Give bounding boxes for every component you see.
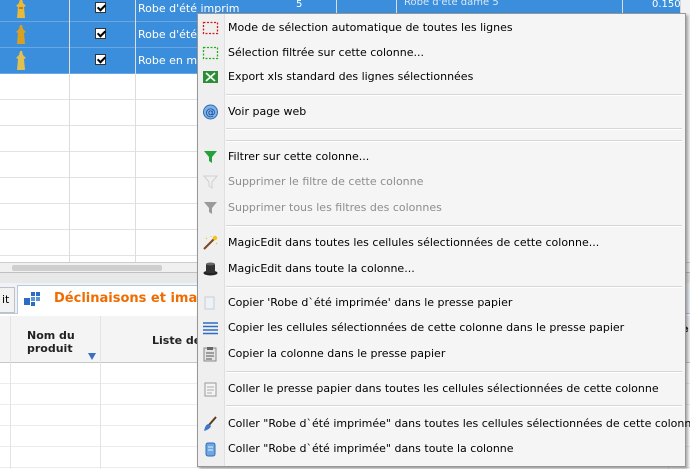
column-filter-icon[interactable] — [88, 353, 96, 360]
menu-item-copy-value[interactable]: Copier 'Robe d`été imprimée' dans le pre… — [198, 292, 685, 314]
menu-item-paste-value-selected[interactable]: Coller "Robe d`été imprimée" dans toutes… — [198, 413, 690, 435]
column-divider — [10, 316, 11, 469]
scrollbar-thumb[interactable] — [12, 265, 162, 271]
menu-item-label: Voir page web — [228, 105, 307, 118]
tab-declinaisons-label: Déclinaisons et imag — [54, 291, 207, 306]
dress-thumbnail — [16, 0, 26, 18]
menu-item-label: MagicEdit dans toutes les cellules sélec… — [228, 236, 600, 249]
column-divider — [69, 0, 70, 262]
dress-thumbnail — [16, 25, 26, 44]
context-menu: Mode de sélection automatique de toutes … — [197, 13, 690, 467]
menu-item-label: Copier 'Robe d`été imprimée' dans le pre… — [228, 296, 513, 309]
web-icon: @ — [203, 104, 218, 120]
menu-item-label: Supprimer le filtre de cette colonne — [228, 175, 424, 188]
menu-separator — [226, 286, 682, 288]
menu-separator — [226, 371, 682, 373]
menu-item-label: Copier la colonne dans le presse papier — [228, 347, 446, 360]
copy-cells-icon — [203, 322, 218, 335]
menu-item-filtered-selection[interactable]: Sélection filtrée sur cette colonne... — [198, 42, 685, 64]
column-divider — [100, 316, 101, 469]
tab-previous[interactable]: it — [0, 287, 15, 313]
row-checkbox[interactable] — [95, 2, 106, 13]
dress-thumbnail — [16, 51, 26, 70]
menu-item-label: Coller "Robe d`été imprimée" dans toute … — [228, 442, 514, 455]
tab-previous-label: it — [2, 293, 10, 306]
menu-item-copy-selected-cells[interactable]: Copier les cellules sélectionnées de cet… — [198, 317, 685, 339]
menu-separator — [226, 94, 682, 96]
menu-item-filter-column[interactable]: Filtrer sur cette colonne... — [198, 146, 685, 168]
copy-icon — [204, 296, 215, 310]
menu-item-export-xls[interactable]: Export xls standard des lignes sélection… — [198, 66, 685, 88]
copy-column-icon — [203, 347, 217, 362]
select-all-icon — [202, 21, 219, 35]
menu-item-remove-all-filters[interactable]: Supprimer tous les filtres des colonnes — [198, 197, 685, 219]
filter-remove-all-icon — [204, 202, 217, 214]
brush-icon — [204, 416, 217, 431]
cell-qty[interactable]: 5 — [296, 0, 302, 10]
combinations-icon — [24, 292, 40, 306]
magic-hat-icon — [203, 262, 218, 276]
paste-column-icon — [205, 442, 216, 457]
menu-item-magicedit-selected[interactable]: MagicEdit dans toutes les cellules sélec… — [198, 232, 685, 254]
filter-icon — [204, 151, 217, 163]
excel-export-icon — [203, 71, 218, 83]
menu-item-copy-column[interactable]: Copier la colonne dans le presse papier — [198, 343, 685, 365]
svg-text:@: @ — [206, 108, 216, 119]
menu-separator — [226, 128, 682, 130]
column-header-line: Nom du — [27, 329, 75, 342]
cell-attribute[interactable]: Robe d'été dame 5 — [404, 0, 499, 8]
select-filter-icon — [202, 46, 219, 60]
menu-separator — [226, 405, 682, 407]
magic-wand-icon — [203, 235, 218, 250]
menu-item-label: Mode de sélection automatique de toutes … — [228, 21, 513, 34]
filter-remove-icon — [202, 175, 219, 189]
menu-item-label: Supprimer tous les filtres des colonnes — [228, 201, 442, 214]
menu-separator — [226, 225, 682, 227]
menu-item-paste-selected[interactable]: Coller le presse papier dans toutes les … — [198, 378, 685, 400]
row-checkbox[interactable] — [95, 54, 106, 65]
column-header-product-name[interactable]: Nom du produit — [27, 329, 75, 355]
menu-item-label: Filtrer sur cette colonne... — [228, 150, 370, 163]
row-checkbox[interactable] — [95, 28, 106, 39]
menu-item-label: Coller "Robe d`été imprimée" dans toutes… — [228, 417, 690, 430]
menu-item-view-web-page[interactable]: @ Voir page web — [198, 101, 685, 123]
menu-item-label: Copier les cellules sélectionnées de cet… — [228, 321, 625, 334]
column-divider — [135, 0, 136, 262]
menu-item-label: Coller le presse papier dans toutes les … — [228, 382, 659, 395]
menu-item-auto-select-all[interactable]: Mode de sélection automatique de toutes … — [198, 17, 685, 39]
column-header-line: produit — [27, 342, 73, 355]
menu-item-label: Sélection filtrée sur cette colonne... — [228, 46, 424, 59]
menu-item-magicedit-column[interactable]: MagicEdit dans toute la colonne... — [198, 258, 685, 280]
menu-separator — [226, 140, 682, 142]
menu-item-label: MagicEdit dans toute la colonne... — [228, 262, 415, 275]
menu-item-paste-value-column[interactable]: Coller "Robe d`été imprimée" dans toute … — [198, 438, 685, 460]
paste-icon — [204, 382, 217, 397]
menu-item-label: Export xls standard des lignes sélection… — [228, 70, 474, 83]
menu-item-remove-column-filter[interactable]: Supprimer le filtre de cette colonne — [198, 171, 685, 193]
